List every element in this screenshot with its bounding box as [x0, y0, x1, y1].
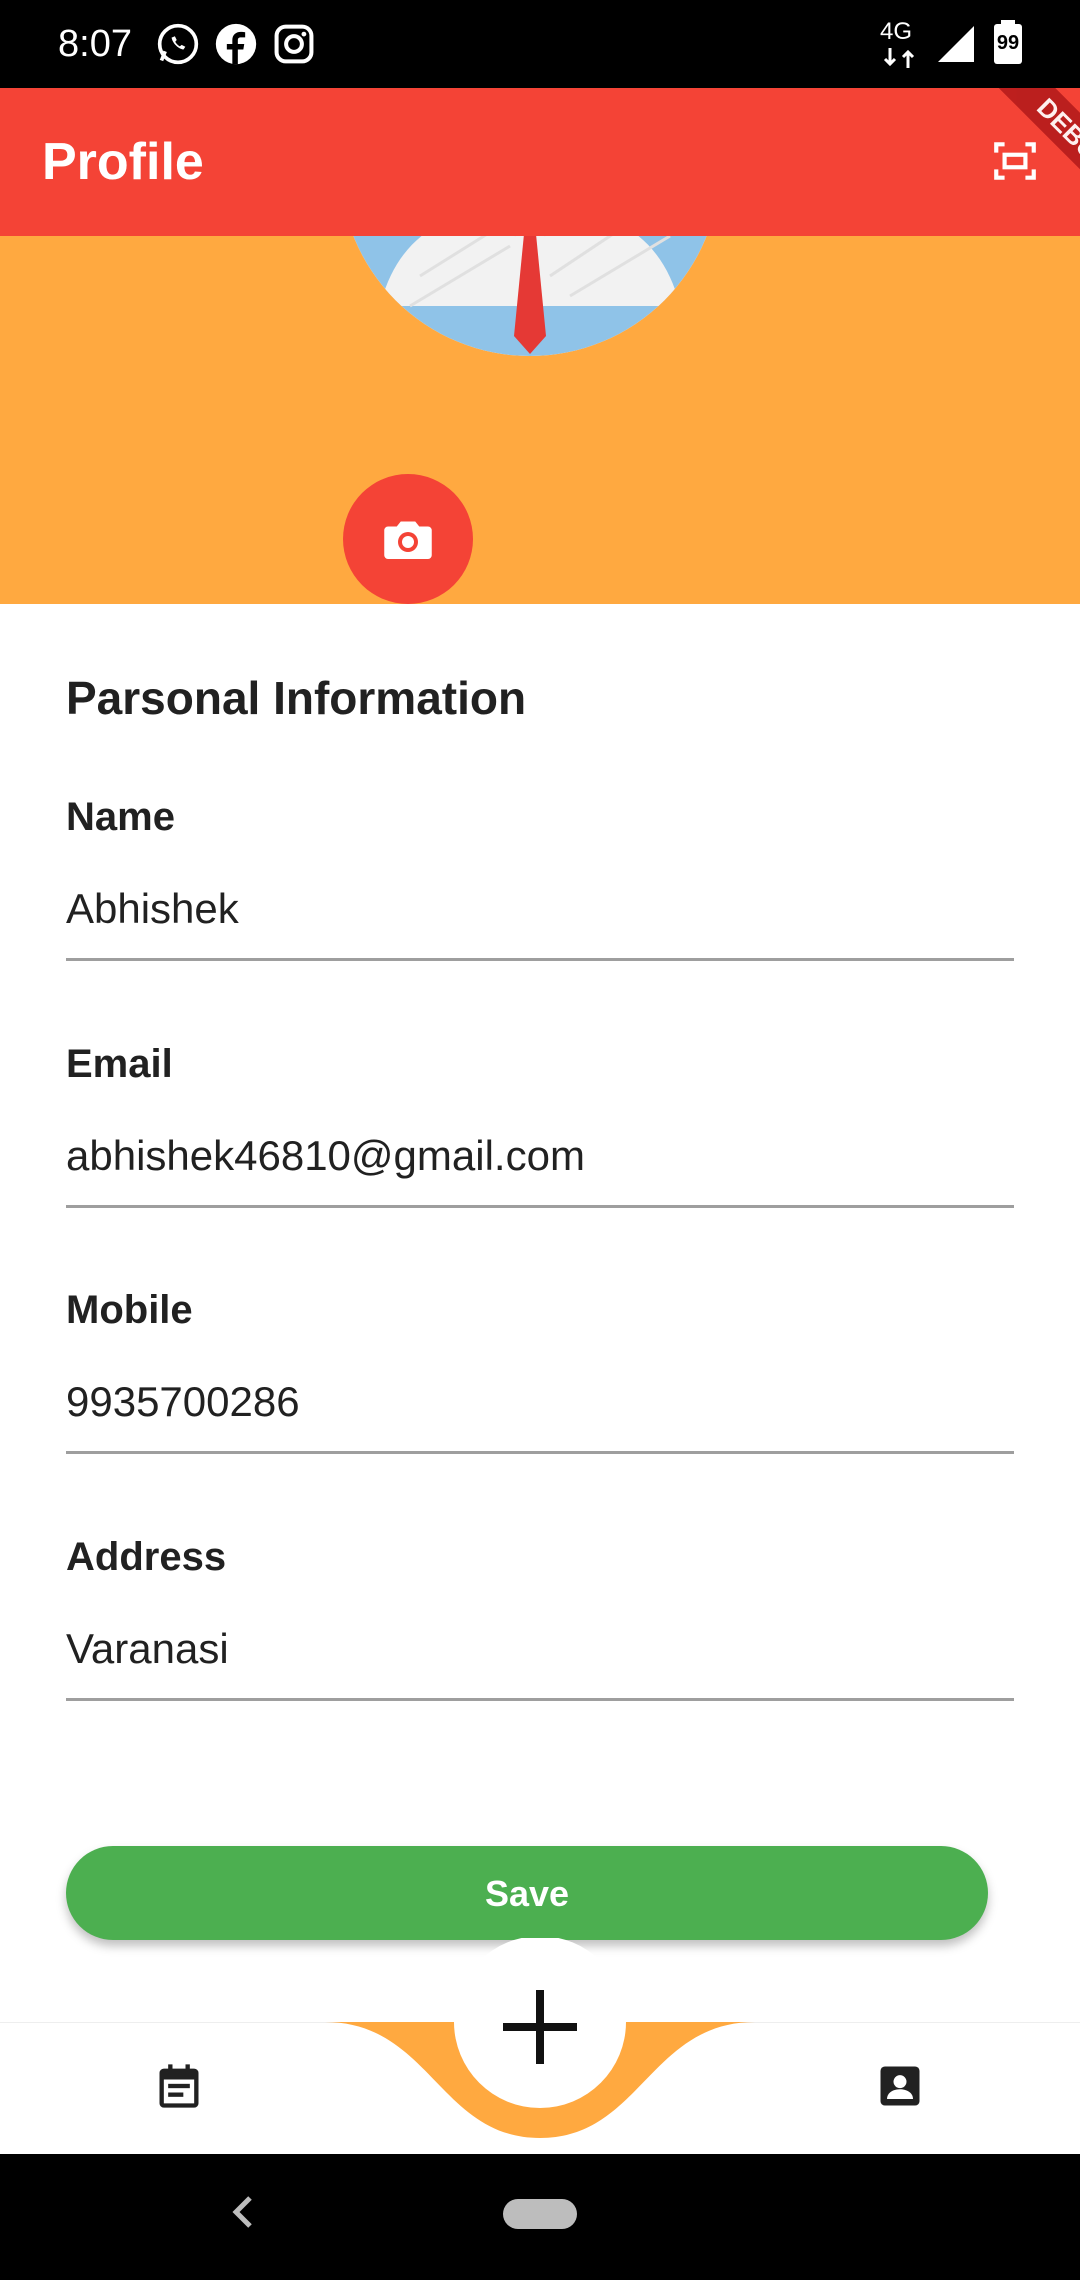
mobile-underline — [66, 1451, 1014, 1454]
email-underline — [66, 1205, 1014, 1208]
address-underline — [66, 1698, 1014, 1701]
name-underline — [66, 958, 1014, 961]
status-bar: 8:07 4G 99 — [0, 0, 1080, 88]
scan-icon[interactable] — [990, 136, 1040, 186]
facebook-icon — [215, 23, 257, 65]
address-input[interactable] — [66, 1616, 1014, 1682]
change-photo-button[interactable] — [343, 474, 473, 604]
name-input[interactable] — [66, 876, 1014, 942]
mobile-input[interactable] — [66, 1369, 1014, 1435]
data-transfer-icon — [883, 48, 915, 68]
email-input[interactable] — [66, 1123, 1014, 1189]
whatsapp-icon — [157, 23, 199, 65]
avatar-illustration — [353, 236, 707, 356]
mobile-field: Mobile — [66, 1285, 1014, 1475]
mobile-label: Mobile — [66, 1288, 193, 1332]
battery-level: 99 — [996, 32, 1020, 54]
name-field: Name — [66, 792, 1014, 982]
profile-header — [0, 236, 1080, 604]
contact-icon[interactable] — [874, 2060, 926, 2112]
add-button[interactable] — [452, 1944, 628, 2108]
back-icon[interactable] — [228, 2192, 260, 2232]
signal-icon — [938, 26, 974, 62]
email-label: Email — [66, 1042, 173, 1086]
camera-icon — [384, 521, 432, 559]
app-bar: Profile DEBUG — [0, 88, 1080, 236]
calendar-icon[interactable] — [153, 2060, 205, 2112]
home-button[interactable] — [503, 2199, 577, 2229]
address-field: Address — [66, 1532, 1014, 1722]
address-label: Address — [66, 1535, 227, 1579]
save-button[interactable]: Save — [66, 1846, 988, 1940]
instagram-icon — [274, 24, 314, 64]
system-navigation-bar — [0, 2154, 1080, 2280]
page-title: Profile — [42, 133, 204, 191]
name-label: Name — [66, 795, 175, 839]
avatar[interactable] — [340, 236, 720, 356]
status-time: 8:07 — [58, 23, 132, 65]
email-field: Email — [66, 1039, 1014, 1229]
section-title: Parsonal Information — [66, 672, 527, 724]
